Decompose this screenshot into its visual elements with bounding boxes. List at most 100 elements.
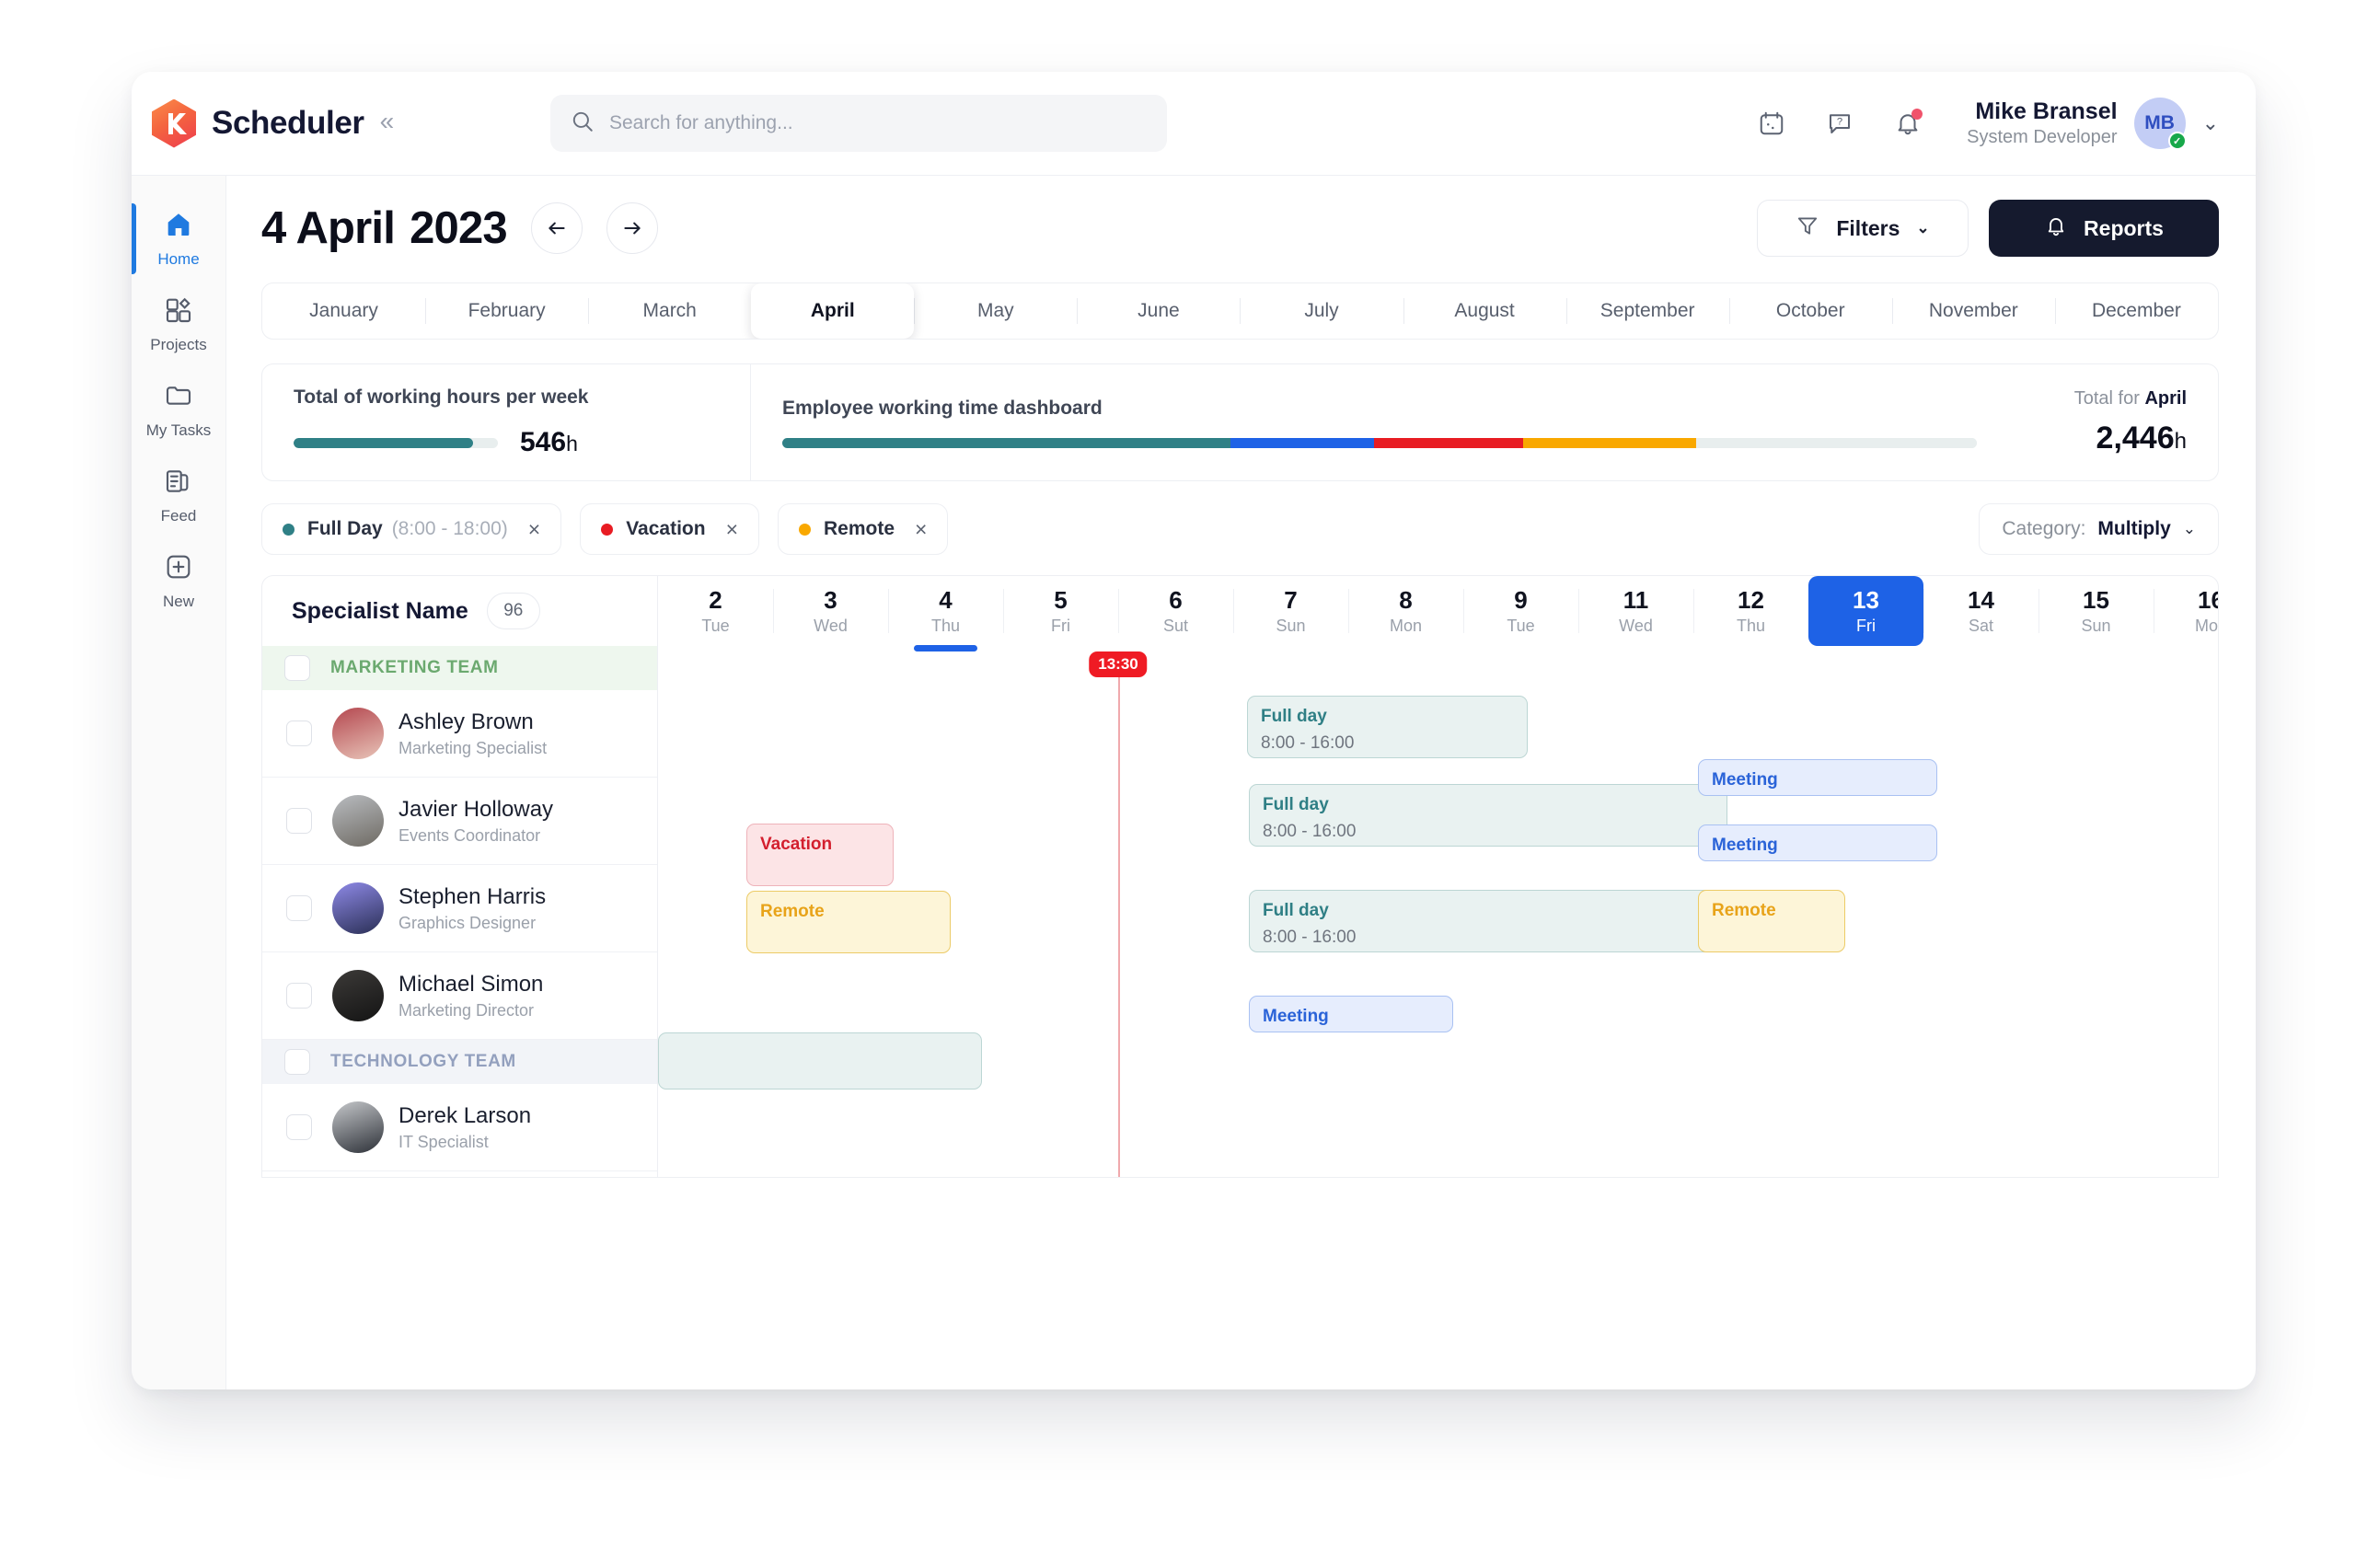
time-segment-remote [1522,437,1696,448]
search-input[interactable] [609,112,1147,134]
filters-button[interactable]: Filters ⌄ [1757,200,1969,257]
month-tab-may[interactable]: May [914,283,1077,339]
event-title: Remote [1712,901,1776,920]
calendar-day-9[interactable]: 9 Tue [1463,576,1578,646]
month-tab-february[interactable]: February [425,283,588,339]
month-tab-september[interactable]: September [1565,283,1729,339]
avatar[interactable]: MB ✓ [2133,98,2187,150]
feed-icon [164,467,193,501]
next-period-button[interactable] [606,202,658,254]
chip-label: Full Day [307,518,383,539]
month-tab-november[interactable]: November [1891,283,2055,339]
event-meeting[interactable]: Meeting [1698,759,1937,796]
prev-period-button[interactable] [530,202,583,254]
team-header-marketing[interactable]: MARKETING TEAM [262,646,657,690]
sidebar-item-feed[interactable]: Feed [132,453,225,538]
specialist-checkbox[interactable] [286,808,312,834]
calendar-day-8[interactable]: 8 Mon [1348,576,1463,646]
close-icon[interactable]: × [915,517,927,542]
body: Home Projects My Tasks Feed New 4 April … [132,176,2256,1389]
specialist-row[interactable]: Ashley Brown Marketing Specialist [262,690,657,778]
close-icon[interactable]: × [528,517,540,542]
month-tab-june[interactable]: June [1077,283,1240,339]
brand[interactable]: Scheduler « [132,98,550,148]
event-fullday[interactable]: Full day 8:00 - 16:00 [1249,890,1727,952]
calendar-day-11[interactable]: 11 Wed [1578,576,1693,646]
calendar-day-13[interactable]: 13 Fri [1808,576,1923,646]
day-number: 13 [1853,586,1879,614]
calendar-day-2[interactable]: 2 Tue [658,576,773,646]
calendar-day-12[interactable]: 12 Thu [1693,576,1808,646]
calendar-day-5[interactable]: 5 Fri [1003,576,1118,646]
month-tab-january[interactable]: January [262,283,425,339]
help-icon[interactable]: ? [1821,105,1858,142]
month-tab-july[interactable]: July [1240,283,1403,339]
event-blank-fullday[interactable] [658,1032,982,1090]
calendar-icon[interactable] [1753,105,1790,142]
sidebar-item-my-tasks[interactable]: My Tasks [132,367,225,453]
user-menu[interactable]: Mike Bransel System Developer MB ✓ ⌄ [1967,98,2219,150]
plus-icon [164,552,193,586]
reports-label: Reports [2084,215,2164,240]
month-tab-march[interactable]: March [588,283,751,339]
event-remote[interactable]: Remote [1698,890,1845,952]
chip-remote[interactable]: Remote × [778,503,949,555]
team-checkbox[interactable] [284,655,310,681]
specialist-row[interactable]: Javier Holloway Events Coordinator [262,778,657,865]
day-weekday: Sut [1162,617,1189,635]
current-time-badge: 13:30 [1089,651,1148,677]
month-tab-august[interactable]: August [1403,283,1566,339]
double-chevron-left-icon[interactable]: « [380,109,395,138]
specialist-row[interactable]: Michael Simon Marketing Director [262,952,657,1040]
close-icon[interactable]: × [726,517,738,542]
chip-full-day[interactable]: Full Day (8:00 - 18:00) × [261,503,562,555]
calendar-day-3[interactable]: 3 Wed [773,576,888,646]
calendar-day-header: 2 Tue 3 Wed 4 Thu 5 Fri 6 Sut 7 Sun 8 Mon 9 Tue 11 Wed 12 T… [658,576,2218,651]
specialist-checkbox[interactable] [286,1114,312,1140]
event-vacation[interactable]: Vacation [746,824,894,886]
team-checkbox[interactable] [284,1049,310,1075]
month-tab-december[interactable]: December [2054,283,2218,339]
calendar-day-15[interactable]: 15 Sun [2038,576,2154,646]
event-remote[interactable]: Remote [746,891,951,953]
category-select[interactable]: Category: Multiply ⌄ [1979,503,2219,555]
specialist-name: Derek Larson [398,1103,532,1128]
search-box[interactable] [550,95,1167,152]
avatar [332,708,384,759]
day-number: 12 [1738,586,1764,614]
online-status-icon: ✓ [2167,132,2187,150]
calendar-day-14[interactable]: 14 Sat [1923,576,2038,646]
sidebar-item-home[interactable]: Home [132,196,225,282]
calendar-day-6[interactable]: 6 Sut [1118,576,1233,646]
sidebar-item-projects[interactable]: Projects [132,282,225,367]
chip-vacation[interactable]: Vacation × [580,503,760,555]
specialist-checkbox[interactable] [286,983,312,1009]
specialist-row[interactable]: Robert Anderson [262,1171,657,1177]
month-tab-october[interactable]: October [1728,283,1892,339]
time-segment-meeting [1230,437,1374,448]
team-name: MARKETING TEAM [330,658,499,677]
chevron-down-icon[interactable]: ⌄ [2202,111,2219,135]
sidebar-item-new[interactable]: New [132,538,225,624]
day-number: 4 [939,586,953,614]
calendar-day-16[interactable]: 16 Mon [2154,576,2218,646]
calendar-day-4[interactable]: 4 Thu [888,576,1003,651]
event-meeting[interactable]: Meeting [1249,996,1453,1032]
event-meeting[interactable]: Meeting [1698,824,1937,861]
month-tab-april[interactable]: April [751,283,915,339]
specialist-checkbox[interactable] [286,721,312,746]
team-header-technology[interactable]: TECHNOLOGY TEAM [262,1040,657,1084]
page-title-year: 2023 [410,203,508,253]
event-fullday[interactable]: Full day 8:00 - 16:00 [1249,784,1727,847]
reports-button[interactable]: Reports [1989,200,2219,257]
time-segment-vacation [1373,437,1523,448]
specialist-row[interactable]: Stephen Harris Graphics Designer [262,865,657,952]
specialist-row[interactable]: Derek Larson IT Specialist [262,1084,657,1171]
calendar-day-7[interactable]: 7 Sun [1233,576,1348,646]
topbar-actions: ? Mike Bransel System Developer MB ✓ ⌄ [1753,98,2256,150]
event-fullday[interactable]: Full day 8:00 - 16:00 [1247,696,1528,758]
notifications-icon[interactable] [1889,105,1926,142]
time-segment-full-day [782,437,1230,448]
filter-icon [1796,213,1819,243]
specialist-checkbox[interactable] [286,895,312,921]
